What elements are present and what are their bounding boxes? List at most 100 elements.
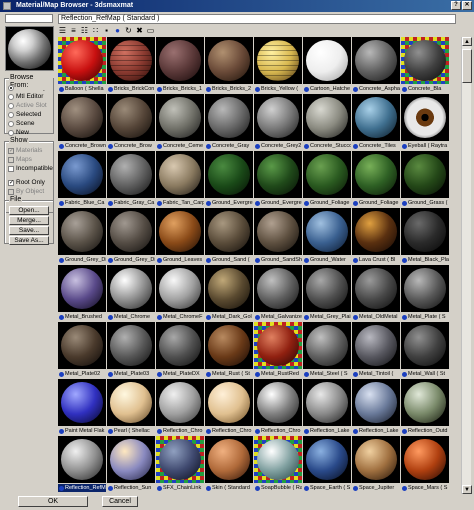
material-thumbnail[interactable] bbox=[107, 37, 155, 84]
material-slot[interactable]: Space_Mars ( S bbox=[401, 436, 449, 492]
material-slot[interactable]: Concrete_Stucco bbox=[303, 94, 351, 150]
material-thumbnail[interactable] bbox=[58, 151, 106, 198]
material-slot[interactable]: Balloon ( Shella bbox=[58, 37, 106, 93]
material-slot[interactable]: Metal_Dark_Gol bbox=[205, 265, 253, 321]
radio-button[interactable] bbox=[8, 84, 14, 91]
help-button[interactable]: ? bbox=[451, 1, 461, 10]
material-slot[interactable]: Metal_ChromeF bbox=[156, 265, 204, 321]
material-thumbnail[interactable] bbox=[107, 151, 155, 198]
material-thumbnail[interactable] bbox=[401, 322, 449, 369]
material-slot[interactable]: Ground_Evergre bbox=[205, 151, 253, 207]
ok-button[interactable]: OK bbox=[18, 496, 88, 507]
material-thumbnail[interactable] bbox=[58, 265, 106, 312]
material-thumbnail[interactable] bbox=[58, 208, 106, 255]
material-thumbnail[interactable] bbox=[254, 436, 302, 483]
material-thumbnail[interactable] bbox=[401, 436, 449, 483]
material-slot[interactable]: Ground_Foliage bbox=[303, 151, 351, 207]
material-slot[interactable]: Concrete_Brow bbox=[107, 94, 155, 150]
material-thumbnail[interactable] bbox=[156, 37, 204, 84]
material-thumbnail[interactable] bbox=[254, 208, 302, 255]
material-slot[interactable]: Reflection_Lake bbox=[303, 379, 351, 435]
browse-option[interactable]: New bbox=[5, 128, 53, 137]
material-thumbnail[interactable] bbox=[401, 208, 449, 255]
globe-icon[interactable]: ● bbox=[113, 26, 122, 35]
material-slot[interactable]: SFX_ChainLink bbox=[156, 436, 204, 492]
browse-option[interactable]: Active Slot bbox=[5, 101, 53, 110]
delete-icon[interactable]: ✖ bbox=[135, 26, 144, 35]
checkbox[interactable] bbox=[8, 156, 14, 163]
material-slot[interactable]: Ground_Leaves bbox=[156, 208, 204, 264]
material-thumbnail[interactable] bbox=[107, 208, 155, 255]
checkbox[interactable] bbox=[8, 165, 14, 172]
checkbox[interactable]: ✓ bbox=[8, 147, 14, 154]
search-input[interactable] bbox=[5, 14, 53, 23]
material-thumbnail[interactable] bbox=[352, 265, 400, 312]
material-slot[interactable]: Fabric_Gray_Ca bbox=[107, 151, 155, 207]
material-thumbnail[interactable] bbox=[107, 265, 155, 312]
material-thumbnail[interactable] bbox=[156, 94, 204, 141]
material-slot[interactable]: Ground_Foliage bbox=[352, 151, 400, 207]
scroll-down-icon[interactable]: ▼ bbox=[462, 485, 472, 494]
scroll-up-icon[interactable]: ▲ bbox=[462, 37, 472, 46]
material-slot[interactable]: Space_Earth ( S bbox=[303, 436, 351, 492]
material-thumbnail[interactable] bbox=[254, 265, 302, 312]
root-only-checkbox[interactable]: ✓ Root Only bbox=[5, 178, 53, 187]
material-slot[interactable]: Lava Crust ( Bl bbox=[352, 208, 400, 264]
material-slot[interactable]: Reflection_Sun bbox=[107, 436, 155, 492]
material-slot[interactable]: Metal_Grey_Plai bbox=[303, 265, 351, 321]
material-thumbnail[interactable] bbox=[352, 151, 400, 198]
material-thumbnail[interactable] bbox=[254, 379, 302, 426]
material-thumbnail[interactable] bbox=[107, 379, 155, 426]
material-slot[interactable]: Bricks_Yellow ( bbox=[254, 37, 302, 93]
material-thumbnail[interactable] bbox=[401, 265, 449, 312]
material-slot[interactable]: Skin ( Standard bbox=[205, 436, 253, 492]
save-as-button[interactable]: Save As... bbox=[9, 236, 49, 245]
merge-button[interactable]: Merge... bbox=[9, 216, 49, 225]
material-thumbnail[interactable] bbox=[254, 322, 302, 369]
material-thumbnail[interactable] bbox=[401, 94, 449, 141]
small-icons-icon[interactable]: ∷ bbox=[91, 26, 100, 35]
material-thumbnail[interactable] bbox=[205, 37, 253, 84]
material-slot[interactable]: Reflection_Outd bbox=[401, 379, 449, 435]
material-thumbnail[interactable] bbox=[303, 265, 351, 312]
material-slot[interactable]: Concrete_Gray bbox=[205, 94, 253, 150]
material-thumbnail[interactable] bbox=[58, 436, 106, 483]
material-thumbnail[interactable] bbox=[156, 208, 204, 255]
radio-button[interactable] bbox=[8, 129, 14, 136]
material-thumbnail[interactable] bbox=[303, 436, 351, 483]
material-slot[interactable]: Ground_Grey_Di bbox=[58, 208, 106, 264]
material-slot[interactable]: Concrete_Tiles bbox=[352, 94, 400, 150]
material-thumbnail[interactable] bbox=[352, 379, 400, 426]
close-button[interactable]: ✕ bbox=[462, 1, 472, 10]
root-only-check[interactable]: ✓ bbox=[8, 179, 14, 186]
material-slot[interactable]: Eyeball ( Raytra bbox=[401, 94, 449, 150]
material-slot[interactable]: Reflection_Chro bbox=[156, 379, 204, 435]
material-slot[interactable]: Reflection_Lake bbox=[352, 379, 400, 435]
material-thumbnail[interactable] bbox=[156, 265, 204, 312]
material-slot[interactable]: Metal_Chrome bbox=[107, 265, 155, 321]
vertical-scrollbar[interactable]: ▲ ▼ bbox=[461, 37, 472, 494]
material-slot[interactable]: Metal_Galvanize bbox=[254, 265, 302, 321]
update-scene-icon[interactable]: ↻ bbox=[124, 26, 133, 35]
material-slot[interactable]: Concrete_Bla bbox=[401, 37, 449, 93]
material-thumbnail[interactable] bbox=[107, 322, 155, 369]
material-slot[interactable]: Fabric_Tan_Carp bbox=[156, 151, 204, 207]
material-slot[interactable]: Metal_RustRed bbox=[254, 322, 302, 378]
material-thumbnail[interactable] bbox=[205, 436, 253, 483]
browse-option[interactable]: Mtl Editor bbox=[5, 92, 53, 101]
material-thumbnail[interactable] bbox=[58, 94, 106, 141]
material-thumbnail[interactable] bbox=[156, 151, 204, 198]
material-slot[interactable]: Metal_PlateDX bbox=[156, 322, 204, 378]
material-slot[interactable]: Space_Jupiter bbox=[352, 436, 400, 492]
open-button[interactable]: Open... bbox=[9, 206, 49, 215]
material-thumbnail[interactable] bbox=[205, 208, 253, 255]
material-thumbnail[interactable] bbox=[107, 436, 155, 483]
material-slot[interactable]: Metal_Rust ( St bbox=[205, 322, 253, 378]
list-icon[interactable]: ☰ bbox=[58, 26, 67, 35]
material-slot[interactable]: Ground_Grey_Di bbox=[107, 208, 155, 264]
material-slot[interactable]: Paint Metal Flak bbox=[58, 379, 106, 435]
material-slot[interactable]: Metal_Black_Pla bbox=[401, 208, 449, 264]
material-thumbnail[interactable] bbox=[303, 208, 351, 255]
material-slot[interactable]: Metal_OldMetal bbox=[352, 265, 400, 321]
by-object-checkbox[interactable]: By Object bbox=[5, 187, 53, 196]
